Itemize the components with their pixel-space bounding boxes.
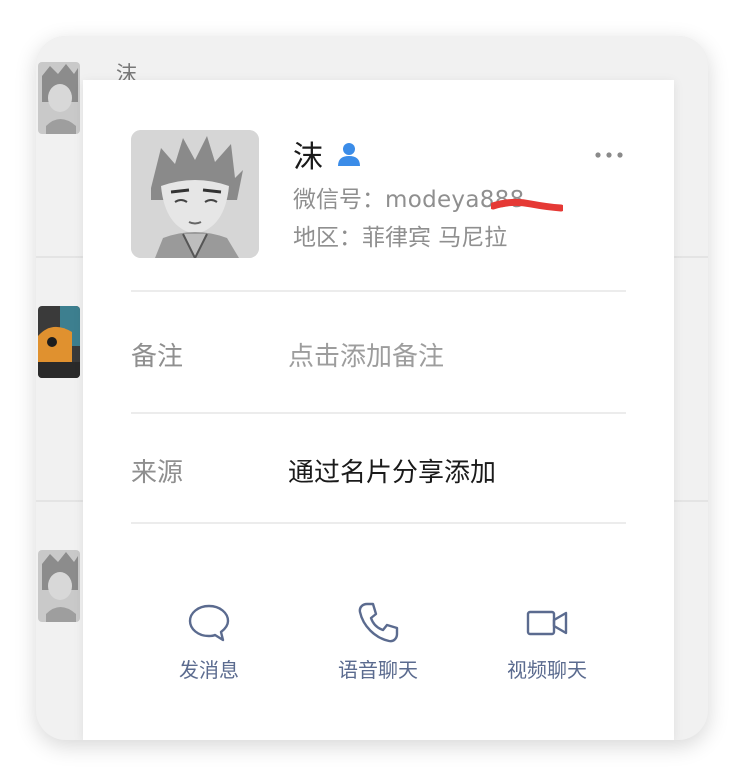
- divider: [131, 290, 626, 292]
- video-call-label: 视频聊天: [507, 658, 587, 682]
- contact-profile-card: 沫 微信号：modeya888 地区：菲律宾 马尼拉 备注 点击添加备注 来源 …: [83, 80, 674, 740]
- remark-input[interactable]: 点击添加备注: [288, 336, 444, 373]
- redaction-mark: [491, 198, 563, 212]
- voice-call-button[interactable]: 语音聊天: [318, 600, 438, 690]
- avatar: [38, 62, 80, 134]
- phone-icon: [358, 602, 399, 643]
- name-row: 沫: [293, 132, 363, 176]
- video-camera-icon: [526, 610, 568, 636]
- region-value: 菲律宾 马尼拉: [362, 225, 508, 251]
- voice-call-label: 语音聊天: [338, 658, 418, 682]
- region-label: 地区：: [293, 225, 362, 251]
- divider: [131, 412, 626, 414]
- send-message-button[interactable]: 发消息: [149, 600, 269, 690]
- remark-label: 备注: [131, 342, 184, 372]
- contact-name: 沫: [293, 140, 323, 175]
- source-label: 来源: [131, 458, 184, 488]
- more-icon: [595, 152, 623, 158]
- divider: [131, 522, 626, 524]
- wechat-id: 微信号：modeya888: [293, 180, 563, 214]
- wechat-id-label: 微信号：: [293, 187, 385, 213]
- profile-avatar[interactable]: [131, 130, 259, 258]
- avatar: [38, 306, 80, 378]
- avatar: [38, 550, 80, 622]
- chat-bubble-icon: [188, 604, 230, 642]
- video-call-button[interactable]: 视频聊天: [487, 600, 607, 690]
- source-value: 通过名片分享添加: [288, 458, 497, 488]
- more-options-button[interactable]: [594, 146, 624, 158]
- person-icon: [335, 140, 363, 168]
- send-message-label: 发消息: [179, 658, 239, 682]
- window-frame: 沫 沫 微信号：modeya888 地区：菲律宾 马尼拉 备注 点击添加备注 来…: [36, 36, 708, 740]
- region: 地区：菲律宾 马尼拉: [293, 218, 507, 252]
